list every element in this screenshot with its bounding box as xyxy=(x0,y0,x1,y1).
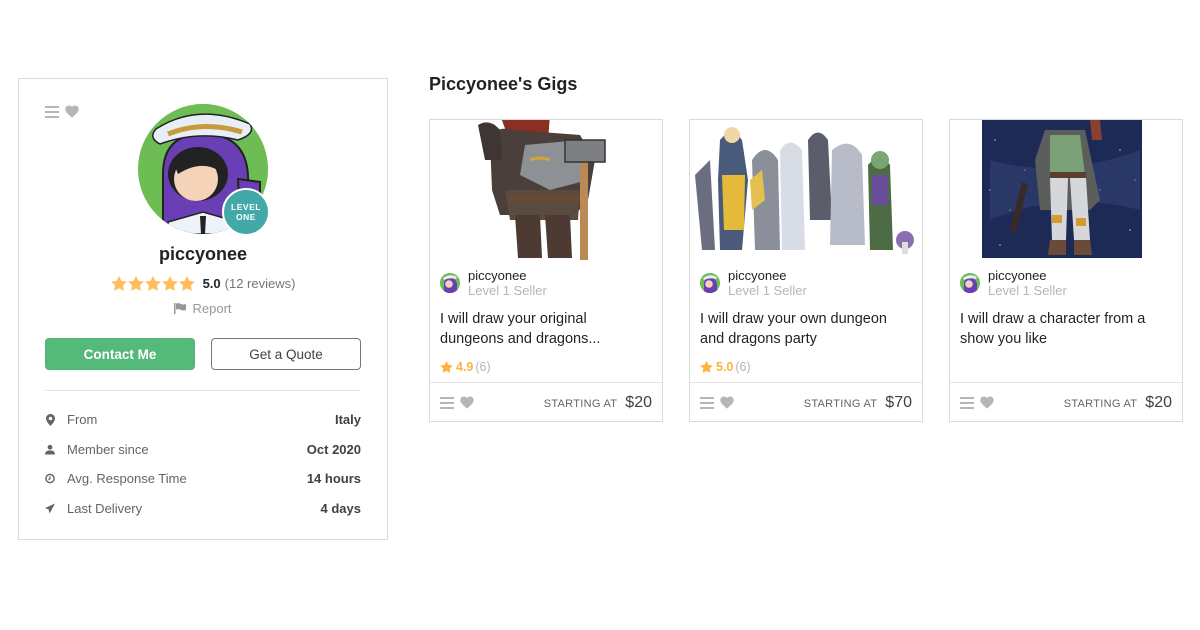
list-menu-icon[interactable] xyxy=(440,396,454,409)
gig-rating: 5.0 (6) xyxy=(700,360,751,374)
gig-seller-info[interactable]: piccyonee Level 1 Seller xyxy=(440,268,547,298)
starting-at-label: STARTING AT xyxy=(543,398,618,410)
contact-me-button[interactable]: Contact Me xyxy=(45,338,195,370)
stat-row-from: From Italy xyxy=(45,405,361,435)
gig-price[interactable]: $20 xyxy=(625,394,652,412)
review-count[interactable]: (12 reviews) xyxy=(225,276,296,291)
stat-label: Last Delivery xyxy=(67,501,143,517)
seller-stats: From Italy Member since Oct 2020 Avg. Re… xyxy=(45,405,361,523)
gig-thumbnail-bounty-hunter[interactable] xyxy=(950,120,1182,260)
gig-rating-count: (6) xyxy=(475,360,491,374)
stat-label: From xyxy=(67,412,98,428)
seller-name[interactable]: piccyonee xyxy=(728,268,807,283)
location-pin-icon xyxy=(45,413,55,426)
star-icon xyxy=(127,276,144,291)
paper-plane-icon xyxy=(45,503,55,514)
seller-level: Level 1 Seller xyxy=(728,283,807,298)
stat-row-response-time: Avg. Response Time 14 hours xyxy=(45,464,361,494)
list-menu-icon[interactable] xyxy=(960,396,974,409)
gig-rating-score: 4.9 xyxy=(456,360,474,374)
seller-level: Level 1 Seller xyxy=(988,283,1067,298)
seller-name[interactable]: piccyonee xyxy=(468,268,547,283)
divider xyxy=(45,390,361,391)
gig-title[interactable]: I will draw your original dungeons and d… xyxy=(440,310,652,349)
rating-score: 5.0 xyxy=(202,276,221,291)
list-menu-icon[interactable] xyxy=(700,396,714,409)
seller-level: Level 1 Seller xyxy=(468,283,547,298)
gig-footer: STARTING AT $70 xyxy=(690,382,922,422)
gig-footer: STARTING AT $20 xyxy=(430,382,662,422)
stat-value: Oct 2020 xyxy=(306,441,361,457)
seller-username[interactable]: piccyonee xyxy=(19,244,387,265)
list-menu-icon[interactable] xyxy=(45,105,59,118)
rating-stars xyxy=(110,276,195,291)
report-label: Report xyxy=(192,301,232,316)
seller-mini-avatar xyxy=(440,273,460,293)
gig-thumbnail-dwarf-warrior[interactable] xyxy=(430,120,662,260)
heart-icon[interactable] xyxy=(460,396,474,409)
seller-profile-card: LEVEL ONE piccyonee 5.0 (12 reviews) Rep… xyxy=(18,78,388,540)
report-link[interactable]: Report xyxy=(19,301,387,316)
starting-at-label: STARTING AT xyxy=(803,398,878,410)
stat-value: 14 hours xyxy=(306,471,361,487)
profile-actions xyxy=(45,105,79,118)
gig-rating: 4.9 (6) xyxy=(440,360,491,374)
level-badge: LEVEL ONE xyxy=(222,188,270,236)
gig-card[interactable]: piccyonee Level 1 Seller I will draw a c… xyxy=(949,119,1183,422)
seller-mini-avatar xyxy=(960,273,980,293)
clock-icon xyxy=(45,473,55,484)
gig-seller-info[interactable]: piccyonee Level 1 Seller xyxy=(700,268,807,298)
level-badge-line1: LEVEL xyxy=(231,202,261,212)
star-icon xyxy=(144,276,161,291)
seller-avatar[interactable]: LEVEL ONE xyxy=(138,104,270,236)
gig-card[interactable]: piccyonee Level 1 Seller I will draw you… xyxy=(689,119,923,422)
seller-mini-avatar xyxy=(700,273,720,293)
star-icon xyxy=(440,361,453,373)
gig-rating-score: 5.0 xyxy=(716,360,734,374)
seller-name[interactable]: piccyonee xyxy=(988,268,1067,283)
gig-rating-count: (6) xyxy=(735,360,751,374)
star-icon xyxy=(178,276,195,291)
seller-rating: 5.0 (12 reviews) xyxy=(19,276,387,291)
gig-card[interactable]: piccyonee Level 1 Seller I will draw you… xyxy=(429,119,663,422)
starting-at-label: STARTING AT xyxy=(1063,398,1138,410)
star-icon xyxy=(700,361,713,373)
level-badge-line2: ONE xyxy=(236,212,256,222)
stat-value: 4 days xyxy=(320,501,361,517)
gig-title[interactable]: I will draw your own dungeon and dragons… xyxy=(700,310,912,349)
get-a-quote-button[interactable]: Get a Quote xyxy=(211,338,361,370)
gig-thumbnail-dnd-party[interactable] xyxy=(690,120,922,260)
gig-footer: STARTING AT $20 xyxy=(950,382,1182,422)
stat-label: Member since xyxy=(67,441,149,457)
user-icon xyxy=(45,444,55,455)
stat-row-member-since: Member since Oct 2020 xyxy=(45,435,361,465)
heart-icon[interactable] xyxy=(720,396,734,409)
gig-price[interactable]: $70 xyxy=(885,394,912,412)
stat-row-last-delivery: Last Delivery 4 days xyxy=(45,494,361,524)
gig-title[interactable]: I will draw a character from a show you … xyxy=(960,310,1172,349)
stat-label: Avg. Response Time xyxy=(67,471,187,487)
star-icon xyxy=(110,276,127,291)
flag-icon xyxy=(174,303,187,314)
stat-value: Italy xyxy=(334,412,361,428)
gig-seller-info[interactable]: piccyonee Level 1 Seller xyxy=(960,268,1067,298)
star-icon xyxy=(161,276,178,291)
heart-icon[interactable] xyxy=(980,396,994,409)
gigs-section-title: Piccyonee's Gigs xyxy=(429,74,578,94)
heart-icon[interactable] xyxy=(65,105,79,118)
gig-price[interactable]: $20 xyxy=(1145,394,1172,412)
